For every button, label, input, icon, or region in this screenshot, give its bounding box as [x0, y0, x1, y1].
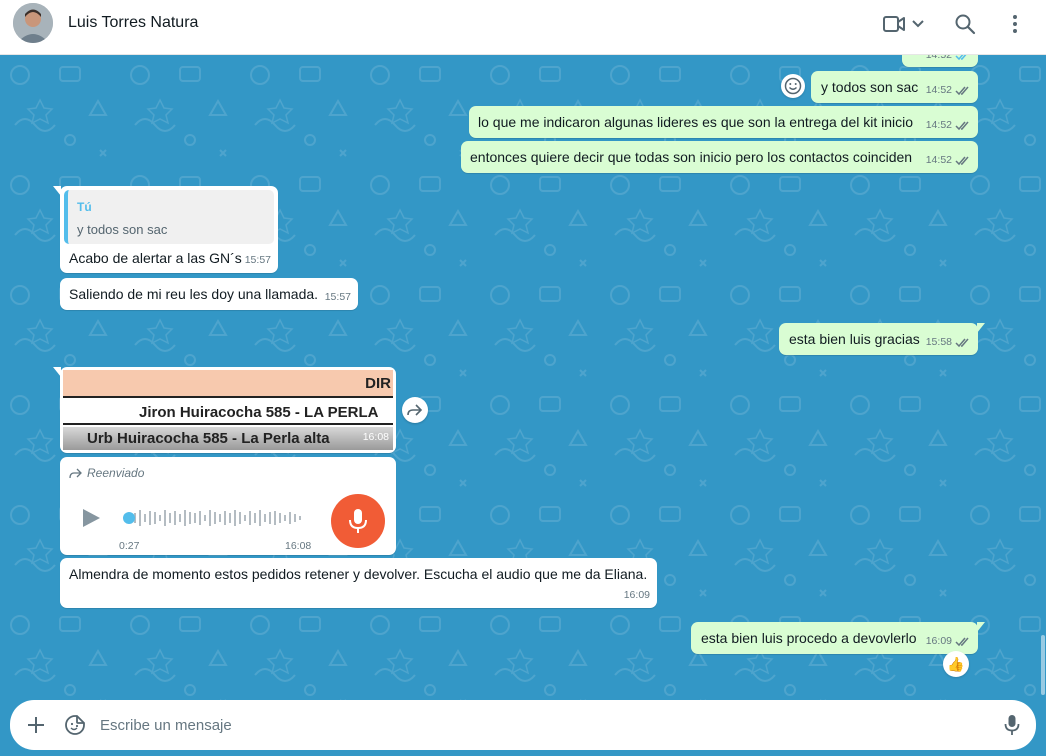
image-text: Jiron Huiracocha 585 - LA PERLA	[139, 404, 379, 421]
audio-scrubber[interactable]	[123, 512, 135, 524]
message-out[interactable]: lo que me indicaron algunas lideres es q…	[469, 106, 978, 138]
microphone-icon	[1004, 715, 1020, 735]
chat-area: 14:52 y todos son sac 14:52 lo que me in…	[0, 55, 1046, 700]
voice-avatar	[331, 494, 385, 548]
image-row: Urb Huiracocha 585 - La Perla alta	[63, 427, 393, 450]
forward-icon	[407, 404, 423, 416]
message-in-voice[interactable]: Reenviado 0:27 16:08	[60, 457, 396, 555]
message-text: Almendra de momento estos pedidos retene…	[69, 566, 648, 582]
microphone-icon	[349, 509, 367, 533]
message-text: esta bien luis procedo a devovlerlo	[701, 630, 917, 646]
message-text: Saliendo de mi reu les doy una llamada.	[69, 286, 319, 302]
read-ticks-icon	[955, 156, 969, 166]
plus-icon	[28, 717, 44, 733]
chevron-down-icon[interactable]	[906, 12, 930, 36]
message-time: 15:57	[244, 254, 271, 266]
search-icon[interactable]	[951, 12, 979, 36]
quoted-message[interactable]: Tú y todos son sac	[64, 190, 274, 244]
chat-scrollbar[interactable]	[1041, 635, 1045, 695]
chat-header: Luis Torres Natura	[0, 0, 1046, 55]
image-row: Jiron Huiracocha 585 - LA PERLA	[63, 400, 393, 425]
forward-button[interactable]	[402, 397, 428, 423]
message-time: 16:09	[623, 589, 650, 601]
forwarded-indicator: Reenviado	[69, 464, 144, 483]
message-text: entonces quiere decir que todas son inic…	[470, 149, 913, 165]
quote-text: y todos son sac	[77, 222, 168, 237]
menu-icon[interactable]	[1001, 12, 1029, 36]
sticker-button[interactable]	[63, 713, 87, 737]
message-text: Acabo de alertar a las GN´s	[69, 250, 242, 266]
message-time: 16:08	[285, 540, 312, 552]
message-out[interactable]: 14:52	[902, 55, 978, 67]
message-time: 14:52	[925, 55, 952, 61]
read-ticks-icon	[955, 121, 969, 131]
avatar[interactable]	[13, 3, 53, 43]
composer	[10, 700, 1036, 750]
smiley-icon	[784, 77, 802, 95]
thumbs-up-icon: 👍	[947, 655, 965, 672]
quote-author: Tú	[77, 200, 92, 214]
message-time: 14:52	[925, 154, 952, 166]
message-input[interactable]	[100, 713, 980, 737]
sticker-icon	[65, 715, 85, 735]
message-in[interactable]: Almendra de momento estos pedidos retene…	[60, 558, 657, 608]
forwarded-icon	[69, 468, 82, 479]
message-time: 14:52	[925, 119, 952, 131]
message-time: 15:58	[925, 336, 952, 348]
message-text: lo que me indicaron algunas lideres es q…	[478, 114, 914, 130]
image-row: DIR	[63, 370, 393, 398]
message-out[interactable]: entonces quiere decir que todas son inic…	[461, 141, 978, 173]
message-out[interactable]: esta bien luis procedo a devovlerlo 16:0…	[691, 622, 985, 654]
video-call-icon[interactable]	[880, 12, 908, 36]
attach-button[interactable]	[24, 713, 48, 737]
contact-name[interactable]: Luis Torres Natura	[68, 14, 198, 32]
voice-record-button[interactable]	[1000, 713, 1024, 737]
audio-duration: 0:27	[119, 540, 140, 552]
message-time: 15:57	[324, 291, 351, 303]
message-time: 16:08	[362, 431, 389, 443]
audio-waveform[interactable]	[122, 507, 306, 529]
play-button[interactable]	[80, 507, 102, 534]
message-text: y todos son sac	[821, 79, 919, 95]
forwarded-label: Reenviado	[87, 466, 145, 480]
read-ticks-icon	[955, 86, 969, 96]
message-out[interactable]: y todos son sac 14:52	[811, 71, 978, 103]
message-in-reply[interactable]: Tú y todos son sac Acabo de alertar a la…	[53, 186, 278, 273]
message-in-image[interactable]: DIR Jiron Huiracocha 585 - LA PERLA Urb …	[53, 367, 396, 453]
read-ticks-icon	[955, 338, 969, 348]
message-image[interactable]: DIR Jiron Huiracocha 585 - LA PERLA Urb …	[63, 370, 393, 450]
message-reaction[interactable]: 👍	[943, 651, 969, 677]
read-ticks-icon	[955, 55, 967, 61]
message-out[interactable]: esta bien luis gracias 15:58	[779, 323, 985, 355]
emoji-reaction-button[interactable]	[781, 74, 805, 98]
image-text: Urb Huiracocha 585 - La Perla alta	[87, 430, 330, 447]
composer-bar	[0, 700, 1046, 756]
image-text: DIR	[365, 375, 391, 392]
message-time: 16:09	[925, 635, 952, 647]
message-in[interactable]: Saliendo de mi reu les doy una llamada. …	[60, 278, 358, 310]
play-icon	[83, 509, 100, 527]
message-time: 14:52	[925, 84, 952, 96]
read-ticks-icon	[955, 637, 969, 647]
message-text: esta bien luis gracias	[789, 331, 920, 347]
